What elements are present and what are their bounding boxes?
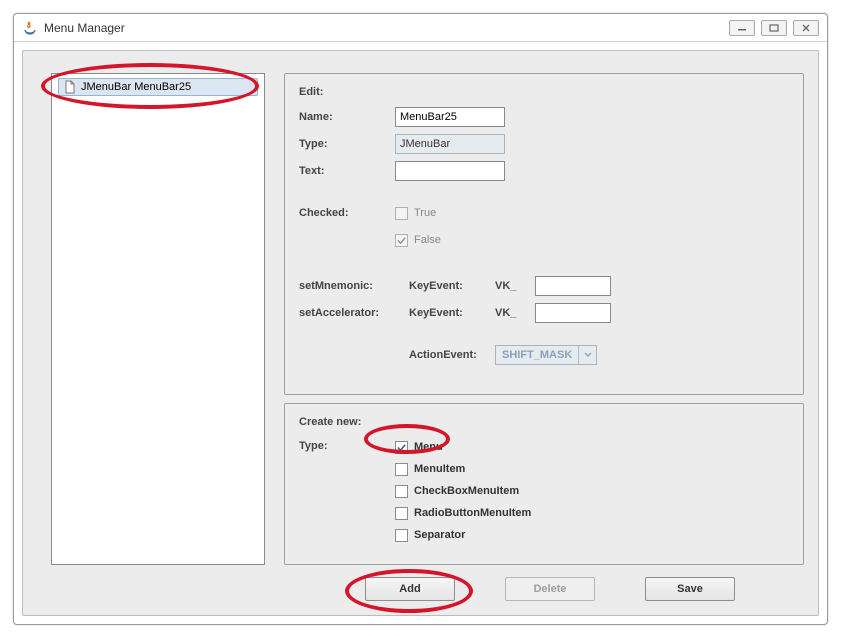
checked-false-row[interactable]: False bbox=[395, 230, 441, 250]
maximize-button[interactable] bbox=[761, 20, 787, 36]
mnemonic-keyevent-label: KeyEvent: bbox=[409, 280, 495, 292]
mnemonic-vk-label: VK_ bbox=[495, 280, 535, 292]
actionevent-combo[interactable]: SHIFT_MASK bbox=[495, 345, 597, 365]
checked-false-checkbox[interactable] bbox=[395, 234, 408, 247]
accelerator-vk-label: VK_ bbox=[495, 307, 535, 319]
titlebar: Menu Manager bbox=[14, 14, 827, 42]
text-label: Text: bbox=[299, 165, 395, 177]
accelerator-keyevent-label: KeyEvent: bbox=[409, 307, 495, 319]
type-option-checkboxmenuitem[interactable]: CheckBoxMenuItem bbox=[395, 480, 789, 502]
checked-true-checkbox[interactable] bbox=[395, 207, 408, 220]
name-label: Name: bbox=[299, 111, 395, 123]
checked-false-label: False bbox=[414, 234, 441, 246]
delete-button[interactable]: Delete bbox=[505, 577, 595, 601]
create-type-label: Type: bbox=[299, 440, 328, 452]
type-input bbox=[395, 134, 505, 154]
accelerator-input[interactable] bbox=[535, 303, 611, 323]
close-button[interactable] bbox=[793, 20, 819, 36]
type-option-menuitem-checkbox[interactable] bbox=[395, 463, 408, 476]
chevron-down-icon[interactable] bbox=[578, 346, 596, 364]
checked-true-row[interactable]: True bbox=[395, 203, 436, 223]
type-option-menu-checkbox[interactable] bbox=[395, 441, 408, 454]
tree-item-menubar[interactable]: JMenuBar MenuBar25 bbox=[58, 78, 258, 96]
type-option-separator[interactable]: Separator bbox=[395, 524, 789, 546]
window-buttons bbox=[729, 20, 819, 36]
type-option-label: Menu bbox=[414, 441, 443, 453]
tree-item-label: JMenuBar MenuBar25 bbox=[81, 81, 191, 93]
name-input[interactable] bbox=[395, 107, 505, 127]
checked-true-label: True bbox=[414, 207, 436, 219]
create-panel: Create new: Type: Menu MenuItem CheckBox… bbox=[284, 403, 804, 565]
client-area: JMenuBar MenuBar25 Edit: Name: Type: Tex… bbox=[22, 50, 819, 616]
window-frame: Menu Manager JMenuBar MenuBar25 bbox=[13, 13, 828, 625]
minimize-button[interactable] bbox=[729, 20, 755, 36]
file-icon bbox=[63, 80, 77, 94]
type-option-menuitem[interactable]: MenuItem bbox=[395, 458, 789, 480]
java-icon bbox=[22, 20, 38, 36]
type-option-menu[interactable]: Menu bbox=[395, 436, 789, 458]
add-button[interactable]: Add bbox=[365, 577, 455, 601]
type-option-label: RadioButtonMenuItem bbox=[414, 507, 531, 519]
type-option-label: MenuItem bbox=[414, 463, 465, 475]
mnemonic-label: setMnemonic: bbox=[299, 280, 409, 292]
button-bar: Add Delete Save bbox=[365, 577, 735, 601]
actionevent-value: SHIFT_MASK bbox=[496, 349, 578, 361]
tree-panel[interactable]: JMenuBar MenuBar25 bbox=[51, 73, 265, 565]
save-button[interactable]: Save bbox=[645, 577, 735, 601]
type-label: Type: bbox=[299, 138, 395, 150]
type-option-checkboxmenuitem-checkbox[interactable] bbox=[395, 485, 408, 498]
edit-panel: Edit: Name: Type: Text: Checked: True bbox=[284, 73, 804, 395]
actionevent-label: ActionEvent: bbox=[409, 349, 495, 361]
type-option-radiobuttonmenuitem-checkbox[interactable] bbox=[395, 507, 408, 520]
type-option-separator-checkbox[interactable] bbox=[395, 529, 408, 542]
window-title: Menu Manager bbox=[44, 21, 125, 35]
type-option-radiobuttonmenuitem[interactable]: RadioButtonMenuItem bbox=[395, 502, 789, 524]
checked-label: Checked: bbox=[299, 207, 395, 219]
type-option-label: CheckBoxMenuItem bbox=[414, 485, 519, 497]
type-option-label: Separator bbox=[414, 529, 465, 541]
text-input[interactable] bbox=[395, 161, 505, 181]
create-section-title: Create new: bbox=[299, 416, 789, 428]
accelerator-label: setAccelerator: bbox=[299, 307, 409, 319]
edit-section-title: Edit: bbox=[299, 86, 789, 98]
mnemonic-input[interactable] bbox=[535, 276, 611, 296]
